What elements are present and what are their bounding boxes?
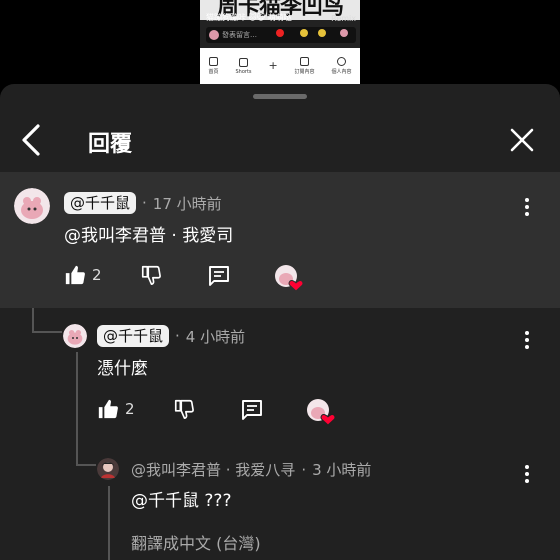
plus-icon: +	[268, 58, 278, 72]
panel-header: 回覆	[0, 112, 560, 170]
like-button[interactable]: 2	[64, 264, 102, 286]
avatar[interactable]	[63, 324, 87, 348]
library-icon	[336, 57, 346, 66]
chevron-left-icon	[22, 124, 40, 156]
back-button[interactable]	[18, 122, 46, 158]
author-name[interactable]: @我叫李君普 · 我爱八寻	[131, 459, 295, 480]
thumbs-up-icon	[98, 399, 118, 419]
nav-create[interactable]: +	[268, 58, 278, 72]
close-icon	[510, 128, 534, 152]
translate-link[interactable]: 翻譯成中文 (台灣)	[131, 530, 261, 554]
emoji-reaction-icon	[300, 29, 308, 37]
comment-meta: @千千鼠 · 17 小時前	[64, 192, 222, 214]
nav-shorts[interactable]: Shorts	[235, 57, 252, 75]
comment-time: 17 小時前	[152, 194, 222, 213]
comment-time: 4 小時前	[185, 327, 246, 346]
avatar[interactable]	[14, 188, 50, 224]
comment-icon	[209, 266, 229, 286]
nav-home[interactable]: 首頁	[208, 57, 219, 75]
bottom-nav-bar: 首頁 Shorts + 訂閱內容 個人內容	[200, 48, 360, 84]
thumbs-down-icon	[174, 399, 194, 419]
thread-connector	[76, 464, 96, 466]
nav-subscriptions[interactable]: 訂閱內容	[294, 57, 315, 75]
author-tag[interactable]: @千千鼠	[64, 192, 137, 214]
comment-icon	[242, 400, 262, 420]
page-title: 回覆	[88, 132, 133, 157]
like-count: 2	[125, 400, 135, 418]
avatar-reaction-icon	[340, 29, 348, 37]
shorts-icon	[239, 57, 248, 67]
creator-heart-icon	[307, 399, 336, 426]
mini-avatar	[209, 30, 219, 40]
subscriptions-icon	[299, 57, 309, 66]
creator-heart	[306, 398, 336, 426]
home-icon	[208, 57, 218, 66]
emoji-reaction-icon	[318, 29, 326, 37]
more-options-button[interactable]	[522, 329, 532, 351]
drag-handle[interactable]	[253, 94, 307, 99]
comment-time: 3 小時前	[312, 461, 372, 479]
close-button[interactable]	[508, 124, 536, 156]
background-video-thumbnail[interactable]: 周卡猫李凹鸟 猫蹦狗蹦咔 🐱😺 萌萌哒 Remix 發表留言… 首頁 Short…	[200, 0, 360, 84]
video-caption: 猫蹦狗蹦咔 🐱😺 萌萌哒	[206, 13, 292, 22]
more-options-button[interactable]	[522, 463, 532, 485]
thumbs-up-icon	[65, 265, 85, 285]
comment-text: @千千鼠 ???	[131, 491, 232, 511]
avatar[interactable]	[97, 458, 119, 480]
reply-button[interactable]	[240, 398, 264, 422]
reply-button[interactable]	[207, 264, 231, 288]
thread-connector	[108, 486, 110, 560]
heart-reaction-icon	[276, 29, 284, 37]
more-options-button[interactable]	[522, 196, 532, 218]
author-tag[interactable]: @千千鼠	[97, 325, 170, 347]
thread-connector	[76, 352, 78, 464]
like-count: 2	[92, 266, 102, 284]
dislike-button[interactable]	[140, 264, 162, 286]
creator-heart	[274, 264, 304, 292]
like-button[interactable]: 2	[97, 398, 135, 420]
remix-label[interactable]: Remix	[331, 14, 356, 23]
thread-connector	[32, 331, 62, 333]
comment-meta: @我叫李君普 · 我爱八寻 · 3 小時前	[131, 459, 372, 480]
comment-text: 憑什麼	[97, 359, 148, 379]
creator-heart-icon	[275, 265, 304, 292]
comment-meta: @千千鼠 · 4 小時前	[97, 325, 245, 347]
thumbs-down-icon	[141, 265, 161, 285]
replies-panel: 回覆 @千千鼠 · 17 小時前 @我叫李君普 · 我愛司 2 @千千鼠 · 4…	[0, 84, 560, 560]
nav-library[interactable]: 個人內容	[331, 57, 352, 75]
dislike-button[interactable]	[173, 398, 195, 420]
comment-text: @我叫李君普 · 我愛司	[64, 226, 234, 246]
